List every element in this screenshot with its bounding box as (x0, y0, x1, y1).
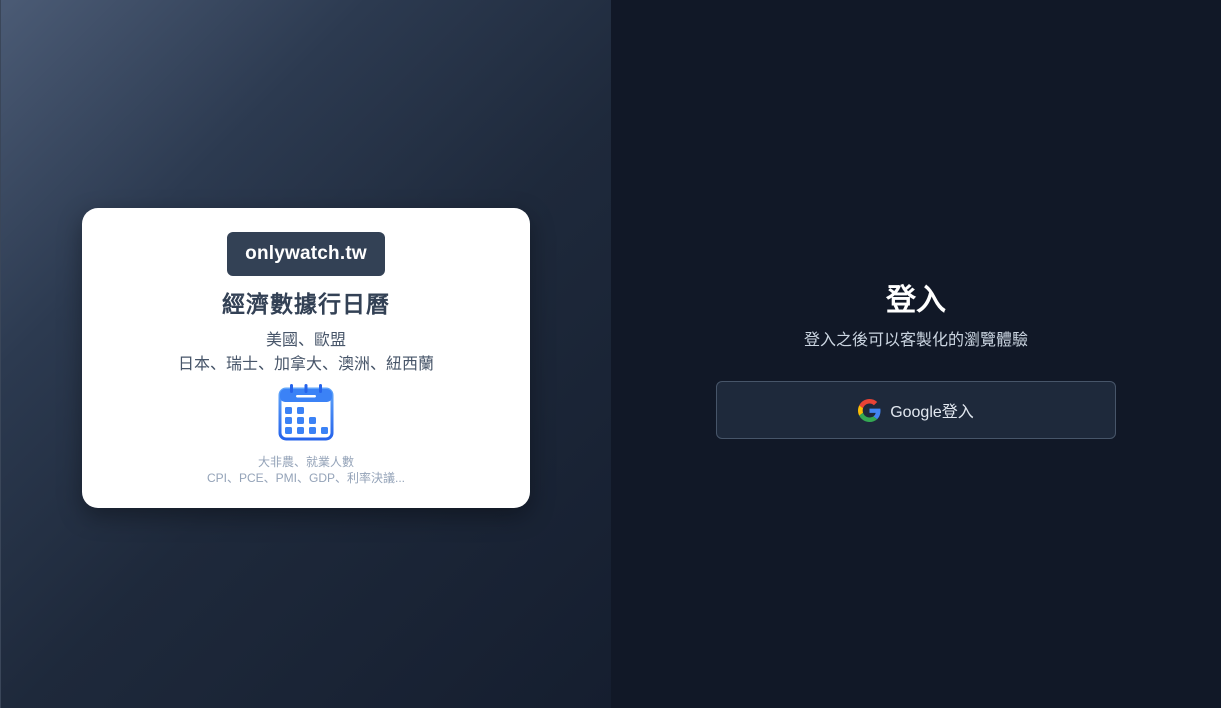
promo-panel: onlywatch.tw 經濟數據行日曆 美國、歐盟 日本、瑞士、加拿大、澳洲、… (0, 0, 611, 708)
google-login-label: Google登入 (890, 404, 974, 421)
login-subtitle: 登入之後可以客製化的瀏覽體驗 (803, 332, 1028, 349)
indicators-line-1: 大非農、就業人數 (257, 455, 354, 469)
indicators-line-2: CPI、PCE、PMI、GDP、利率決議... (206, 471, 406, 485)
calendar-icon (278, 384, 334, 441)
regions-line-1: 美國、歐盟 (265, 332, 346, 349)
login-title: 登入 (886, 284, 946, 317)
brand-logo: onlywatch.tw (227, 232, 385, 276)
card-title: 經濟數據行日曆 (222, 291, 390, 317)
regions-line-2: 日本、瑞士、加拿大、澳洲、紐西蘭 (177, 356, 434, 373)
login-panel: 登入 登入之後可以客製化的瀏覽體驗 Google登入 (611, 0, 1221, 708)
google-login-button[interactable]: Google登入 (716, 381, 1116, 439)
google-icon (858, 398, 881, 422)
promo-card: onlywatch.tw 經濟數據行日曆 美國、歐盟 日本、瑞士、加拿大、澳洲、… (82, 208, 530, 508)
